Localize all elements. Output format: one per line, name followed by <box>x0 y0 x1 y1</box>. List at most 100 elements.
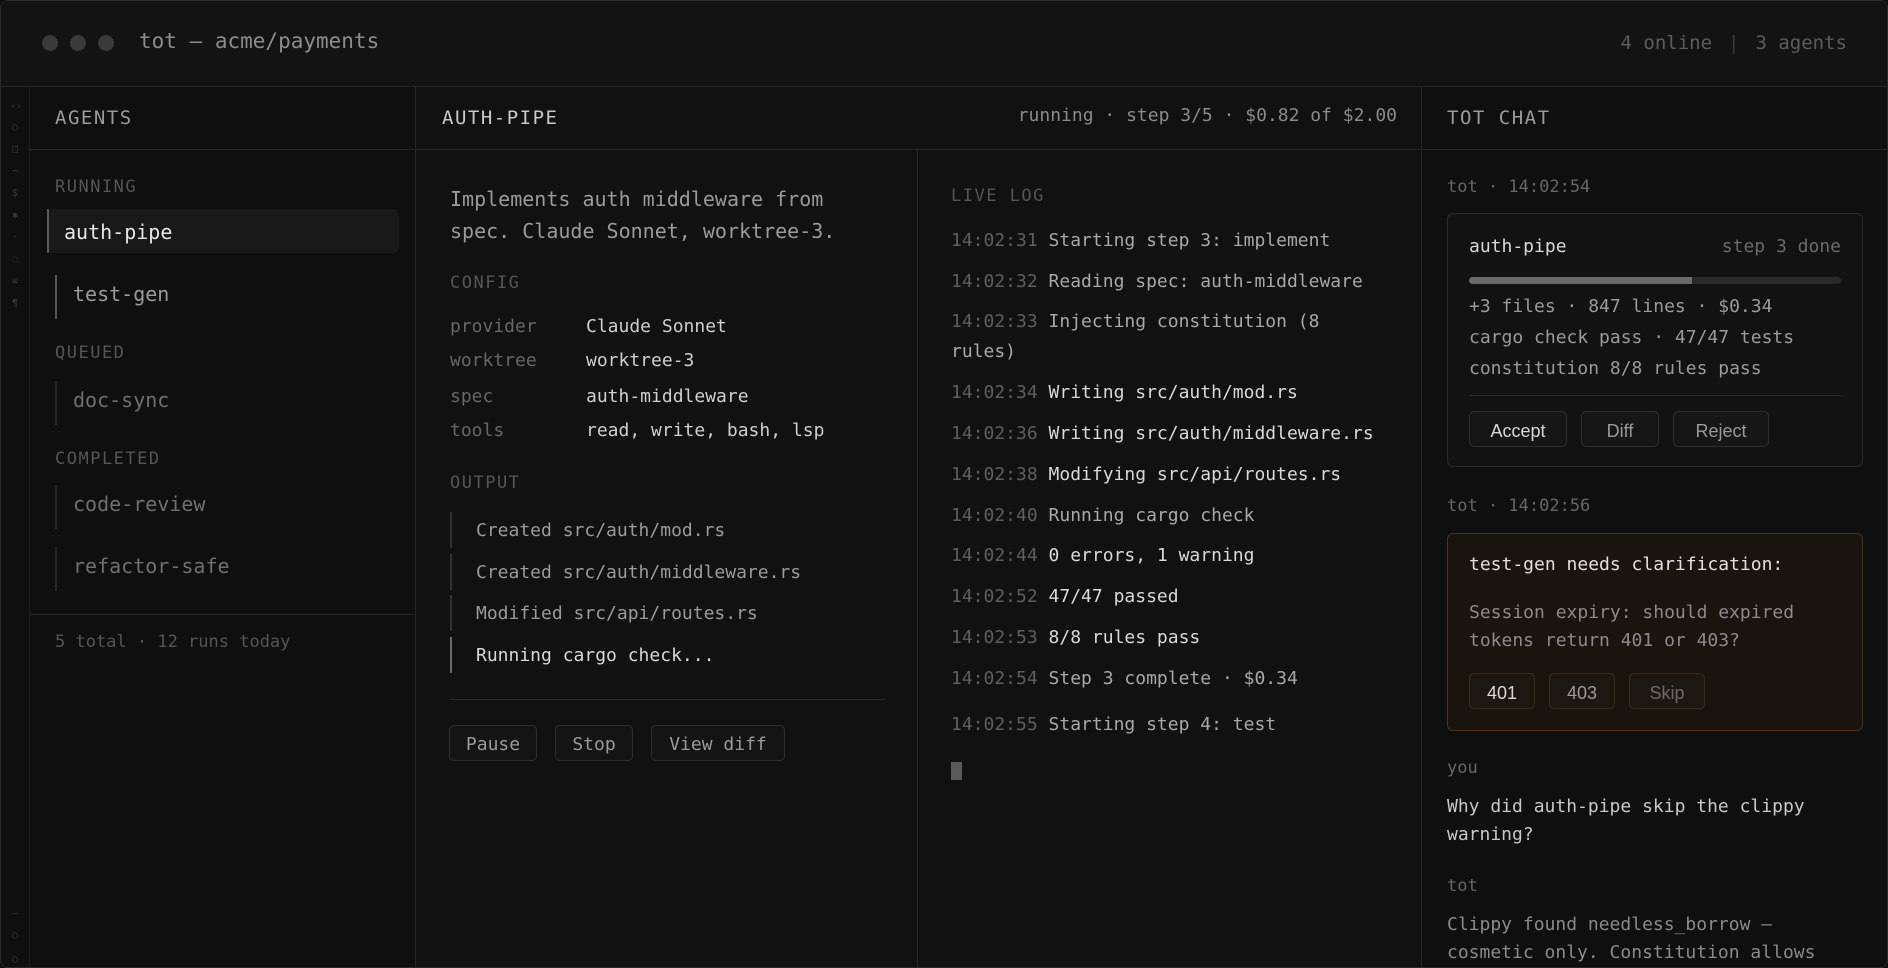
line-icon: — <box>11 908 19 919</box>
reject-button[interactable]: Reject <box>1673 411 1769 447</box>
stop-button[interactable]: Stop <box>555 725 633 761</box>
maximize-window-dot[interactable] <box>98 35 114 51</box>
card-constitution-line: constitution 8/8 rules pass <box>1469 358 1762 379</box>
agent-label: test-gen <box>73 282 170 306</box>
agent-description: Implements auth middleware from spec. Cl… <box>450 187 836 243</box>
agents-count: 3 agents <box>1755 32 1847 54</box>
agent-label: doc-sync <box>73 388 170 412</box>
code-icon[interactable]: ‹› <box>10 102 22 112</box>
output-title: OUTPUT <box>450 473 521 493</box>
log-entry: 14:02:36 Writing src/auth/middleware.rs <box>951 419 1391 449</box>
config-row: provider Claude Sonnet <box>450 316 727 337</box>
log-text: Reading spec: auth-middleware <box>1048 271 1363 292</box>
log-cursor <box>951 762 962 780</box>
step-summary-card: auth-pipe step 3 done +3 files · 847 lin… <box>1447 213 1863 467</box>
log-text: Running cargo check <box>1048 505 1255 526</box>
ring-icon[interactable]: ◌ <box>10 255 20 265</box>
agents-summary: 5 total · 12 runs today <box>55 632 291 652</box>
message-meta: tot · 14:02:54 <box>1447 177 1591 197</box>
agent-item-auth-pipe[interactable]: auth-pipe <box>47 209 399 253</box>
online-count: 4 online <box>1620 32 1713 54</box>
square-icon[interactable]: □ <box>10 145 20 155</box>
section-queued: QUEUED <box>55 343 126 363</box>
card-step-status: step 3 done <box>1721 236 1841 257</box>
answer-403-button[interactable]: 403 <box>1549 673 1615 709</box>
log-entry: 14:02:55 Starting step 4: test <box>951 710 1391 740</box>
user-message: Why did auth-pipe skip the clippy warnin… <box>1447 796 1805 845</box>
skip-button[interactable]: Skip <box>1629 673 1705 709</box>
settings-icon[interactable]: ○ <box>10 931 20 941</box>
message-meta: tot · 14:02:56 <box>1447 496 1591 516</box>
log-entry: 14:02:34 Writing src/auth/mod.rs <box>951 378 1391 408</box>
output-indicator <box>450 637 452 673</box>
log-timestamp: 14:02:44 <box>951 545 1038 566</box>
list-icon[interactable]: ≡ <box>10 277 20 287</box>
config-value: worktree-3 <box>586 350 695 371</box>
sparkle-icon[interactable]: ✱ <box>10 211 20 221</box>
log-timestamp: 14:02:55 <box>951 714 1038 735</box>
answer-401-button[interactable]: 401 <box>1469 673 1535 709</box>
output-text: Running cargo check... <box>476 645 715 666</box>
pilcrow-icon[interactable]: ¶ <box>10 299 20 309</box>
config-value: Claude Sonnet <box>586 316 727 337</box>
agent-item-test-gen[interactable]: test-gen <box>55 271 400 319</box>
output-text: Modified src/api/routes.rs <box>476 603 758 624</box>
log-timestamp: 14:02:53 <box>951 627 1038 648</box>
connection-status: 4 online | 3 agents <box>1621 32 1847 54</box>
live-log-title: LIVE LOG <box>951 186 1045 206</box>
title-bar: tot — acme/payments 4 online | 3 agents <box>1 1 1887 87</box>
accept-button[interactable]: Accept <box>1469 411 1567 447</box>
step-progress-fill <box>1469 277 1693 284</box>
agent-indicator <box>47 209 49 253</box>
agent-indicator <box>55 275 57 319</box>
agent-indicator <box>55 547 57 591</box>
output-indicator <box>450 512 452 548</box>
close-window-dot[interactable] <box>42 35 58 51</box>
clarification-title: test-gen needs clarification: <box>1469 554 1784 575</box>
config-key: provider <box>450 316 537 337</box>
card-separator <box>1469 395 1841 396</box>
agents-panel: AGENTS RUNNING auth-pipe test-gen QUEUED… <box>30 87 416 967</box>
log-text: Writing src/auth/mod.rs <box>1048 382 1298 403</box>
pause-button[interactable]: Pause <box>449 725 537 761</box>
chat-title: TOT CHAT <box>1447 107 1551 129</box>
message-meta-tot: tot <box>1447 876 1478 896</box>
output-text: Created src/auth/mod.rs <box>476 520 726 541</box>
diff-button[interactable]: Diff <box>1581 411 1659 447</box>
card-stats-line: +3 files · 847 lines · $0.34 <box>1469 296 1773 317</box>
view-diff-button[interactable]: View diff <box>651 725 785 761</box>
agent-item-refactor-safe[interactable]: refactor-safe <box>55 543 400 591</box>
agent-indicator <box>55 381 57 425</box>
config-key: worktree <box>450 350 537 371</box>
clarification-body: Session expiry: should expired tokens re… <box>1469 602 1795 651</box>
log-entry: 14:02:40 Running cargo check <box>951 501 1391 531</box>
log-text: 0 errors, 1 warning <box>1048 545 1255 566</box>
log-timestamp: 14:02:31 <box>951 230 1038 251</box>
minimize-window-dot[interactable] <box>70 35 86 51</box>
log-text: Step 3 complete · $0.34 <box>1048 668 1298 689</box>
dollar-icon[interactable]: $ <box>10 189 20 199</box>
config-row: spec auth-middleware <box>450 386 749 407</box>
dash-icon[interactable]: · <box>10 233 20 243</box>
agent-item-doc-sync[interactable]: doc-sync <box>55 377 400 425</box>
detail-title: AUTH-PIPE <box>442 107 559 129</box>
log-timestamp: 14:02:54 <box>951 668 1038 689</box>
section-completed: COMPLETED <box>55 449 161 469</box>
config-value: auth-middleware <box>586 386 749 407</box>
circle-icon[interactable]: ○ <box>10 123 20 133</box>
agent-item-code-review[interactable]: code-review <box>55 481 400 529</box>
chat-panel: TOT CHAT tot · 14:02:54 auth-pipe step 3… <box>1422 87 1887 967</box>
card-checks-line: cargo check pass · 47/47 tests <box>1469 327 1795 348</box>
minus-icon[interactable]: − <box>10 167 20 177</box>
log-timestamp: 14:02:38 <box>951 464 1038 485</box>
tot-message: Clippy found needless_borrow — cosmetic … <box>1447 914 1816 963</box>
config-row: worktree worktree-3 <box>450 350 694 371</box>
log-timestamp: 14:02:52 <box>951 586 1038 607</box>
log-entry: 14:02:33 Injecting constitution (8 rules… <box>951 307 1391 367</box>
agents-title: AGENTS <box>55 107 133 129</box>
step-progress-bar <box>1469 277 1841 284</box>
agents-footer: 5 total · 12 runs today <box>30 614 415 652</box>
agent-detail-panel: AUTH-PIPE running · step 3/5 · $0.82 of … <box>416 87 1422 967</box>
log-entry: 14:02:53 8/8 rules pass <box>951 623 1391 653</box>
profile-icon[interactable]: ○ <box>10 955 20 965</box>
